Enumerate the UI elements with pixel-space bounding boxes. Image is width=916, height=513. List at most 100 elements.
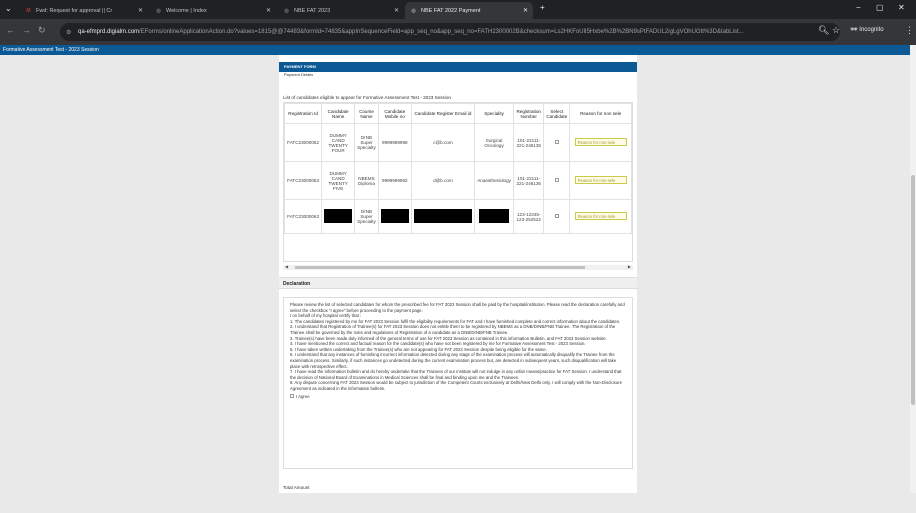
agree-row[interactable]: I Agree bbox=[290, 394, 626, 399]
col-email: Candidate Register Email id bbox=[410, 103, 476, 124]
close-icon[interactable]: ✕ bbox=[266, 7, 271, 14]
cell-course: DrNB Super Specialty bbox=[354, 123, 379, 162]
select-candidate-checkbox[interactable] bbox=[554, 178, 559, 182]
select-candidate-checkbox[interactable] bbox=[554, 140, 559, 144]
cell-reason: Reason for non-sele bbox=[569, 199, 632, 234]
cell-mobile: 9999999998 bbox=[377, 123, 412, 162]
browser-tab-strip: ⌄ M Fwd: Request for approval || Cr ✕ ◎ … bbox=[0, 0, 916, 19]
redacted-block bbox=[413, 209, 472, 223]
col-course-name: Course Name bbox=[354, 103, 379, 124]
cell-reg-id: FATC23000053 bbox=[284, 161, 323, 200]
cell-reg-id: FATC23000052 bbox=[284, 123, 323, 162]
col-speciality: Speciality bbox=[474, 103, 515, 124]
agree-label: I Agree bbox=[296, 393, 310, 399]
maximize-icon[interactable]: ▢ bbox=[876, 3, 884, 12]
reason-input[interactable]: Reason for non-sele bbox=[574, 138, 627, 146]
close-icon[interactable]: ✕ bbox=[523, 7, 528, 14]
cell-email: d@b.com bbox=[410, 161, 476, 200]
declaration-paragraph: Please review the list of selected candi… bbox=[290, 302, 625, 313]
forward-icon[interactable]: → bbox=[22, 25, 31, 35]
tab-welcome[interactable]: ◎ Welcome | Index ✕ bbox=[150, 2, 276, 19]
declaration-box: Please review the list of selected candi… bbox=[283, 297, 633, 469]
total-amount-label: Total Amount bbox=[283, 485, 310, 490]
tab-search-icon[interactable]: ⌄ bbox=[5, 4, 12, 13]
cell-select bbox=[543, 199, 571, 234]
cell-name: DUMMY CAND TWENTY FOUR bbox=[321, 123, 356, 162]
globe-icon: ◎ bbox=[284, 7, 289, 14]
tab-nbe-fat[interactable]: ◎ NBE FAT 2023 ✕ bbox=[278, 2, 404, 19]
browser-toolbar: ← → ↻ ⚙ qa-efmprd.digialm.com /EForms/on… bbox=[0, 19, 916, 45]
incognito-icon: 🕶︎ bbox=[850, 27, 860, 33]
candidate-table: Registration Id Candidate Name Course Na… bbox=[284, 103, 632, 234]
scroll-right-icon[interactable]: ▶ bbox=[628, 264, 631, 269]
incognito-label: Incognito bbox=[859, 27, 884, 33]
cell-email: c@b.com bbox=[410, 123, 476, 162]
window-close-icon[interactable]: ✕ bbox=[898, 3, 905, 12]
col-candidate-name: Candidate Name bbox=[321, 103, 356, 124]
cell-reg-number: 101-23111-221-246135 bbox=[513, 123, 545, 162]
col-reason: Reason for non sele bbox=[569, 103, 632, 124]
close-icon[interactable]: ✕ bbox=[138, 7, 143, 14]
cell-email bbox=[410, 199, 476, 234]
cell-select bbox=[543, 123, 571, 162]
reason-input[interactable]: Reason for non-sele bbox=[574, 212, 627, 220]
cell-speciality: Surgical Oncology bbox=[474, 123, 515, 162]
payment-form-header: PAYMENT FORM bbox=[279, 62, 637, 72]
declaration-paragraph: 6. I understand that any instances of fu… bbox=[290, 352, 617, 369]
tab-gmail[interactable]: M Fwd: Request for approval || Cr ✕ bbox=[20, 2, 148, 19]
cell-name: DUMMY CAND TWENTY FIVE bbox=[321, 161, 356, 200]
col-registration-number: Registration Number bbox=[513, 103, 545, 124]
declaration-paragraph: 4. I have mentioned the correct and fact… bbox=[290, 341, 586, 347]
cell-reg-number: 123-12345-123-252522 bbox=[513, 199, 545, 234]
reload-icon[interactable]: ↻ bbox=[38, 25, 46, 36]
col-mobile: Candidate Mobile no bbox=[377, 103, 412, 124]
url-path: /EForms/onlineApplicationAction.do?value… bbox=[139, 29, 744, 35]
redacted-block bbox=[479, 209, 510, 223]
declaration-paragraph: 8. Any dispute concerning FAT 2023 Sessi… bbox=[290, 380, 622, 391]
page-vertical-scrollbar[interactable] bbox=[910, 45, 916, 493]
site-info-icon[interactable]: ⚙ bbox=[66, 29, 71, 36]
url-host: qa-efmprd.digialm.com bbox=[78, 29, 140, 35]
reason-input[interactable]: Reason for non-sele bbox=[574, 176, 627, 184]
menu-dots-icon[interactable]: ⋮ bbox=[905, 25, 914, 36]
cell-course: NBEMS Diploma bbox=[354, 161, 379, 200]
scrollbar-thumb[interactable] bbox=[295, 266, 585, 269]
bookmark-star-icon[interactable]: ☆ bbox=[832, 25, 840, 36]
cell-speciality: Anaesthesiology bbox=[474, 161, 515, 200]
globe-icon: ◎ bbox=[411, 7, 416, 14]
col-select: Select Candidate bbox=[543, 103, 571, 124]
new-tab-button[interactable]: + bbox=[540, 3, 545, 12]
scrollbar-thumb[interactable] bbox=[911, 175, 915, 405]
scroll-left-icon[interactable]: ◀ bbox=[285, 264, 288, 269]
declaration-header: Declaration bbox=[279, 277, 637, 289]
select-candidate-checkbox[interactable] bbox=[554, 214, 559, 218]
candidate-table-container[interactable]: Registration Id Candidate Name Course Na… bbox=[283, 102, 633, 262]
web-page: Formative Assessment Test - 2023 Session… bbox=[0, 45, 910, 493]
cell-reg-id: FATC23000063 bbox=[284, 199, 323, 234]
payment-form-panel: PAYMENT FORM Payment Details List of can… bbox=[279, 55, 637, 493]
tab-nbe-payment[interactable]: ◎ NBE FAT 2022 Payment ✕ bbox=[405, 2, 533, 19]
payment-details-subtitle: Payment Details bbox=[284, 72, 314, 77]
col-registration-id: Registration Id bbox=[284, 103, 323, 124]
address-bar[interactable]: ⚙ qa-efmprd.digialm.com /EForms/onlineAp… bbox=[60, 23, 840, 41]
cell-select bbox=[543, 161, 571, 200]
payment-form-label: PAYMENT FORM bbox=[284, 64, 316, 69]
close-icon[interactable]: ✕ bbox=[394, 7, 399, 14]
tab-title: Welcome | Index bbox=[166, 7, 207, 14]
redacted-block bbox=[324, 209, 353, 223]
incognito-indicator[interactable]: 🕶︎ Incognito bbox=[850, 26, 884, 33]
back-icon[interactable]: ← bbox=[6, 25, 15, 35]
tab-title: NBE FAT 2023 bbox=[294, 7, 331, 14]
cell-reg-number: 101-23111-221-246136 bbox=[513, 161, 545, 200]
table-row: FATC23000052 DUMMY CAND TWENTY FOUR DrNB… bbox=[284, 123, 632, 162]
cell-speciality bbox=[474, 199, 515, 234]
table-row: FATC23000063 DrNB Super Specialty 123-12… bbox=[284, 199, 632, 234]
table-horizontal-scrollbar[interactable]: ◀ ▶ bbox=[283, 264, 633, 270]
agree-checkbox[interactable] bbox=[290, 394, 294, 398]
declaration-paragraph: 2. I understand that Registration of Tra… bbox=[290, 324, 616, 335]
declaration-paragraph: 7. I have read the information bulletin … bbox=[290, 369, 622, 380]
declaration-text: Please review the list of selected candi… bbox=[290, 302, 626, 392]
minimize-icon[interactable]: − bbox=[856, 3, 861, 12]
zoom-icon[interactable]: 🔍︎ bbox=[818, 25, 829, 36]
table-row: FATC23000053 DUMMY CAND TWENTY FIVE NBEM… bbox=[284, 161, 632, 200]
